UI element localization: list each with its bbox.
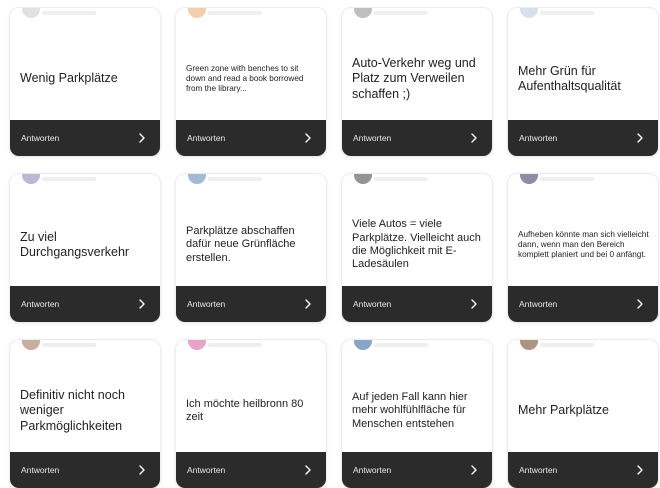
reply-button[interactable]: Antworten [342,452,492,488]
chevron-right-icon [305,465,311,475]
answer-card-1[interactable]: Wenig Parkplätze Antworten [10,8,160,156]
reply-button[interactable]: Antworten [176,120,326,156]
chevron-right-icon [471,465,477,475]
username-placeholder [540,177,594,181]
chevron-right-icon [637,299,643,309]
chevron-right-icon [471,133,477,143]
reply-button[interactable]: Antworten [10,286,160,322]
chevron-right-icon [139,465,145,475]
reply-label: Antworten [187,133,226,143]
avatar [188,340,206,350]
answer-card-5[interactable]: Zu viel Durchgangsverkehr Antworten [10,174,160,322]
reply-button[interactable]: Antworten [176,286,326,322]
avatar [188,174,206,184]
reply-button[interactable]: Antworten [508,120,658,156]
reply-label: Antworten [21,299,60,309]
answer-card-8[interactable]: Aufheben könnte man sich vielleicht dann… [508,174,658,322]
username-placeholder [374,177,428,181]
username-placeholder [540,11,594,15]
avatar [22,8,40,18]
chevron-right-icon [471,299,477,309]
answer-text: Auto-Verkehr weg und Platz zum Verweilen… [352,56,476,101]
chevron-right-icon [637,465,643,475]
avatar [22,340,40,350]
username-placeholder [540,343,594,347]
username-placeholder [208,177,262,181]
answer-text: Aufheben könnte man sich vielleicht dann… [518,229,649,260]
chevron-right-icon [305,133,311,143]
answers-grid: Wenig Parkplätze Antworten Green zone wi… [10,8,660,488]
answer-text: Viele Autos = viele Parkplätze. Vielleic… [352,218,481,271]
answer-text: Parkplätze abschaffen dafür neue Grünflä… [186,224,296,264]
reply-label: Antworten [353,465,392,475]
avatar [520,174,538,184]
username-placeholder [42,177,96,181]
answer-card-11[interactable]: Auf jeden Fall kann hier mehr wohlfühlfl… [342,340,492,488]
username-placeholder [374,343,428,347]
chevron-right-icon [305,299,311,309]
chevron-right-icon [139,133,145,143]
reply-button[interactable]: Antworten [10,120,160,156]
reply-label: Antworten [519,299,558,309]
avatar [188,8,206,18]
chevron-right-icon [637,133,643,143]
reply-label: Antworten [353,299,392,309]
answer-card-10[interactable]: Ich möchte heilbronn 80 zeit Antworten [176,340,326,488]
username-placeholder [42,11,96,15]
reply-label: Antworten [353,133,392,143]
answer-text: Mehr Grün für Aufenthaltsqualität [518,63,621,93]
avatar [22,174,40,184]
answer-card-12[interactable]: Mehr Parkplätze Antworten [508,340,658,488]
reply-label: Antworten [187,465,226,475]
username-placeholder [208,343,262,347]
answer-card-7[interactable]: Viele Autos = viele Parkplätze. Vielleic… [342,174,492,322]
answer-card-6[interactable]: Parkplätze abschaffen dafür neue Grünflä… [176,174,326,322]
answer-text: Green zone with benches to sit down and … [186,63,304,94]
answer-text: Wenig Parkplätze [20,71,118,86]
reply-button[interactable]: Antworten [342,120,492,156]
answer-card-4[interactable]: Mehr Grün für Aufenthaltsqualität Antwor… [508,8,658,156]
username-placeholder [374,11,428,15]
avatar [354,174,372,184]
answer-text: Definitiv nicht noch weniger Parkmöglich… [20,388,125,433]
reply-label: Antworten [519,133,558,143]
reply-button[interactable]: Antworten [508,452,658,488]
answer-text: Zu viel Durchgangsverkehr [20,229,130,259]
answer-card-2[interactable]: Green zone with benches to sit down and … [176,8,326,156]
reply-label: Antworten [519,465,558,475]
answer-text: Mehr Parkplätze [518,403,610,418]
username-placeholder [208,11,262,15]
answer-text: Auf jeden Fall kann hier mehr wohlfühlfl… [352,390,468,430]
reply-button[interactable]: Antworten [508,286,658,322]
chevron-right-icon [139,299,145,309]
reply-button[interactable]: Antworten [342,286,492,322]
reply-label: Antworten [187,299,226,309]
avatar [520,340,538,350]
reply-button[interactable]: Antworten [10,452,160,488]
answer-card-9[interactable]: Definitiv nicht noch weniger Parkmöglich… [10,340,160,488]
username-placeholder [42,343,96,347]
reply-button[interactable]: Antworten [176,452,326,488]
answer-card-3[interactable]: Auto-Verkehr weg und Platz zum Verweilen… [342,8,492,156]
reply-label: Antworten [21,465,60,475]
avatar [520,8,538,18]
answer-text: Ich möchte heilbronn 80 zeit [186,397,304,423]
avatar [354,340,372,350]
avatar [354,8,372,18]
reply-label: Antworten [21,133,60,143]
